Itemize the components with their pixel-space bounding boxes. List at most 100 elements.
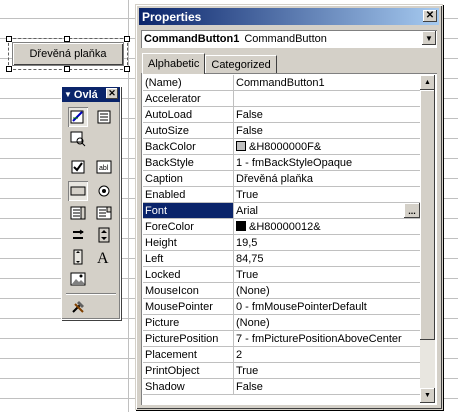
property-name[interactable]: PrintObject xyxy=(143,362,234,379)
tab-categorized[interactable]: Categorized xyxy=(205,55,277,74)
property-row[interactable]: AutoLoad False xyxy=(143,106,421,123)
property-name[interactable]: ForeColor xyxy=(143,218,234,235)
property-name[interactable]: Picture xyxy=(143,314,234,331)
option-button-icon[interactable] xyxy=(94,181,114,201)
property-value[interactable]: False xyxy=(233,122,421,139)
more-controls-icon[interactable] xyxy=(68,297,88,317)
image-icon[interactable] xyxy=(68,269,88,289)
property-name[interactable]: Enabled xyxy=(143,186,234,203)
property-value[interactable]: 7 - fmPicturePositionAboveCenter xyxy=(233,330,421,347)
property-name[interactable]: Shadow xyxy=(143,378,234,395)
label-icon[interactable]: A xyxy=(94,247,114,267)
property-name[interactable]: MouseIcon xyxy=(143,282,234,299)
property-name[interactable]: Font xyxy=(143,202,234,219)
property-row[interactable]: BackColor &H8000000F& xyxy=(143,138,421,155)
design-mode-icon[interactable] xyxy=(68,107,88,127)
property-value[interactable]: Arial... xyxy=(233,202,421,219)
property-value[interactable]: 19,5 xyxy=(233,234,421,251)
object-selector[interactable]: CommandButton1 CommandButton ▼ xyxy=(141,30,437,48)
property-row[interactable]: PrintObject True xyxy=(143,362,421,379)
command-button[interactable]: Dřevěná plaňka xyxy=(12,42,124,66)
property-name[interactable]: MousePointer xyxy=(143,298,234,315)
property-row[interactable]: Font Arial... xyxy=(143,202,421,219)
property-name[interactable]: PicturePosition xyxy=(143,330,234,347)
property-value-text: 1 - fmBackStyleOpaque xyxy=(236,156,353,169)
property-value[interactable] xyxy=(233,90,421,107)
property-row[interactable]: Accelerator xyxy=(143,90,421,107)
property-row[interactable]: PicturePosition 7 - fmPicturePositionAbov… xyxy=(143,330,421,347)
property-name[interactable]: Locked xyxy=(143,266,234,283)
property-value[interactable]: 0 - fmMousePointerDefault xyxy=(233,298,421,315)
property-value[interactable]: &H80000012& xyxy=(233,218,421,235)
property-value[interactable]: True xyxy=(233,186,421,203)
close-icon[interactable]: ✕ xyxy=(423,10,437,22)
property-row[interactable]: Caption Dřevěná plaňka xyxy=(143,170,421,187)
property-row[interactable]: BackStyle 1 - fmBackStyleOpaque xyxy=(143,154,421,171)
property-row[interactable]: (Name) CommandButton1 xyxy=(143,75,421,91)
property-row[interactable]: MousePointer 0 - fmMousePointerDefault xyxy=(143,298,421,315)
view-code-icon[interactable] xyxy=(68,129,88,149)
chevron-down-icon[interactable]: ▼ xyxy=(422,31,436,45)
property-row[interactable]: AutoSize False xyxy=(143,122,421,139)
resize-handle[interactable] xyxy=(124,66,130,72)
property-value[interactable]: Dřevěná plaňka xyxy=(233,170,421,187)
property-name[interactable]: BackColor xyxy=(143,138,234,155)
property-name[interactable]: AutoLoad xyxy=(143,106,234,123)
textbox-icon[interactable]: abl xyxy=(94,157,114,177)
properties-icon[interactable] xyxy=(94,107,114,127)
spin-button-icon[interactable] xyxy=(94,225,114,245)
property-row[interactable]: Enabled True xyxy=(143,186,421,203)
tab-alphabetic[interactable]: Alphabetic xyxy=(142,53,206,74)
property-value[interactable]: (None) xyxy=(233,282,421,299)
scroll-thumb[interactable] xyxy=(420,90,435,340)
toolbox-title-bar[interactable]: ▼ Ovlá ✕ xyxy=(62,87,120,102)
list-box-icon[interactable] xyxy=(68,203,88,223)
property-row[interactable]: Locked True xyxy=(143,266,421,283)
property-value[interactable]: 84,75 xyxy=(233,250,421,267)
property-row[interactable]: Left 84,75 xyxy=(143,250,421,267)
property-name[interactable]: AutoSize xyxy=(143,122,234,139)
property-grid[interactable]: (Name) CommandButton1 Accelerator AutoLoad F… xyxy=(141,73,437,405)
property-value[interactable]: 2 xyxy=(233,346,421,363)
object-name: CommandButton1 xyxy=(144,33,240,45)
property-row[interactable]: Shadow False xyxy=(143,378,421,395)
property-value-text: False xyxy=(236,124,263,137)
property-row[interactable]: Picture (None) xyxy=(143,314,421,331)
resize-handle[interactable] xyxy=(6,66,12,72)
property-name[interactable]: Left xyxy=(143,250,234,267)
property-name[interactable]: Height xyxy=(143,234,234,251)
resize-handle[interactable] xyxy=(64,66,70,72)
property-name[interactable]: Caption xyxy=(143,170,234,187)
close-icon[interactable]: ✕ xyxy=(106,88,118,99)
property-row[interactable]: Height 19,5 xyxy=(143,234,421,251)
property-value[interactable]: True xyxy=(233,362,421,379)
property-value[interactable]: (None) xyxy=(233,314,421,331)
scroll-up-icon[interactable]: ▲ xyxy=(420,75,435,90)
property-value[interactable]: 1 - fmBackStyleOpaque xyxy=(233,154,421,171)
property-name[interactable]: (Name) xyxy=(143,75,234,91)
scroll-down-icon[interactable]: ▼ xyxy=(420,388,435,403)
property-row[interactable]: ForeColor &H80000012& xyxy=(143,218,421,235)
property-value[interactable]: &H8000000F& xyxy=(233,138,421,155)
property-name[interactable]: BackStyle xyxy=(143,154,234,171)
property-name[interactable]: Placement xyxy=(143,346,234,363)
properties-title-bar[interactable]: Properties ✕ xyxy=(139,8,439,25)
property-value[interactable]: CommandButton1 xyxy=(233,75,421,91)
scroll-bar-icon[interactable] xyxy=(68,247,88,267)
property-value[interactable]: True xyxy=(233,266,421,283)
vertical-scrollbar[interactable]: ▲ ▼ xyxy=(420,75,435,403)
resize-handle[interactable] xyxy=(124,36,130,42)
ellipsis-button[interactable]: ... xyxy=(404,203,420,218)
combo-box-icon[interactable] xyxy=(94,203,114,223)
command-button-icon[interactable] xyxy=(68,181,88,201)
property-row[interactable]: Placement 2 xyxy=(143,346,421,363)
properties-window[interactable]: Properties ✕ CommandButton1 CommandButto… xyxy=(135,4,443,410)
toggle-button-icon[interactable] xyxy=(68,225,88,245)
property-value[interactable]: False xyxy=(233,106,421,123)
checkbox-icon[interactable] xyxy=(68,157,88,177)
menu-arrow-icon[interactable]: ▼ xyxy=(64,90,72,99)
controls-toolbox[interactable]: ▼ Ovlá ✕ abl A xyxy=(61,86,121,320)
property-value[interactable]: False xyxy=(233,378,421,395)
property-name[interactable]: Accelerator xyxy=(143,90,234,107)
property-row[interactable]: MouseIcon (None) xyxy=(143,282,421,299)
